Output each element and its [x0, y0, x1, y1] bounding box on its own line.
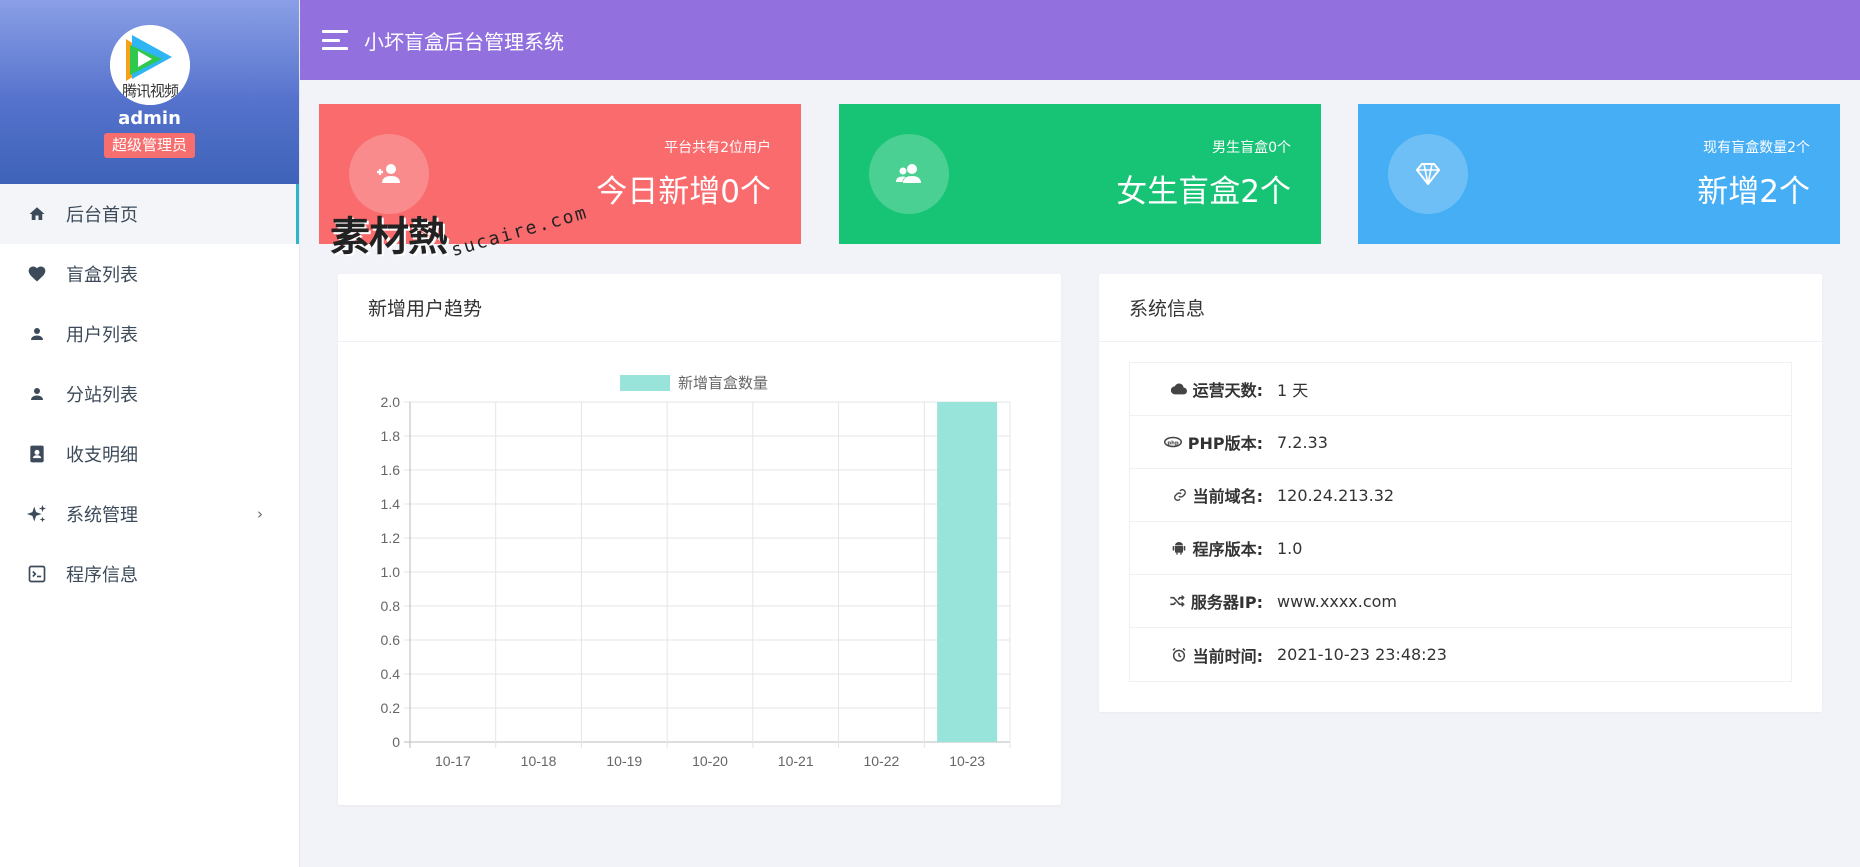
top-bar: 小坏盲盒后台管理系统	[300, 0, 1860, 80]
stat-value: 今日新增0个	[596, 174, 771, 210]
svg-text:php: php	[1167, 440, 1178, 446]
stat-subtitle: 平台共有2位用户	[664, 140, 771, 156]
watermark: 素材熱 sucaire.com	[330, 201, 591, 262]
menu-toggle-icon[interactable]	[322, 30, 348, 50]
sidebar-item-blindbox-list[interactable]: 盲盒列表	[0, 244, 299, 304]
cloud-icon	[1170, 383, 1187, 395]
stat-value: 女生盲盒2个	[1116, 174, 1291, 210]
alarm-icon	[1172, 647, 1186, 662]
x-tick-label: 10-19	[606, 753, 642, 769]
user-add-icon	[349, 134, 429, 214]
username: admin	[118, 108, 181, 129]
panel-title: 新增用户趋势	[338, 274, 1061, 342]
sidebar-item-label: 后台首页	[66, 205, 138, 226]
sidebar-item-label: 分站列表	[66, 385, 138, 406]
php-icon: php	[1163, 436, 1182, 448]
info-value: 2021-10-23 23:48:23	[1277, 645, 1447, 664]
contact-book-icon	[26, 443, 48, 465]
info-key: 程序版本:	[1192, 540, 1263, 559]
info-value: www.xxxx.com	[1277, 591, 1398, 611]
info-key: 当前域名:	[1192, 487, 1263, 506]
system-info-panel: 系统信息 运营天数: 1 天 php PHP版本: 7.2.33 当前域名: 1…	[1099, 274, 1822, 712]
y-tick-label: 0.8	[381, 598, 401, 614]
avatar[interactable]: 腾讯视频	[110, 25, 190, 105]
user-icon	[26, 383, 48, 405]
watermark-url: sucaire.com	[448, 201, 591, 262]
sidebar-item-home[interactable]: 后台首页	[0, 184, 299, 244]
sidebar-item-program-info[interactable]: 程序信息	[0, 544, 299, 604]
y-tick-label: 0	[392, 734, 400, 750]
y-tick-label: 2.0	[381, 394, 401, 410]
y-tick-label: 0.4	[381, 666, 401, 682]
x-tick-label: 10-18	[521, 753, 557, 769]
y-tick-label: 1.8	[381, 428, 401, 444]
role-badge: 超级管理员	[104, 133, 196, 158]
app-title: 小坏盲盒后台管理系统	[364, 29, 564, 54]
avatar-caption: 腾讯视频	[121, 82, 179, 100]
link-icon	[1173, 489, 1186, 501]
info-row-server-ip: 服务器IP: www.xxxx.com	[1130, 575, 1791, 628]
x-tick-label: 10-23	[949, 753, 985, 769]
bar-chart: 0 0.2 0.4 0.6 0.8 1.0 1.2 1.4 1.6 1.8 2.0 10-17 10-1…	[381, 394, 1011, 769]
x-tick-label: 10-22	[864, 753, 900, 769]
stat-subtitle: 现有盲盒数量2个	[1703, 140, 1810, 156]
watermark-logo: 素材熱	[330, 214, 448, 260]
info-key: 服务器IP:	[1190, 593, 1263, 612]
sidebar: 腾讯视频 admin 超级管理员 后台首页 盲盒列表 用户列表 分站列表 收支明…	[0, 0, 300, 867]
info-value: 1.0	[1277, 538, 1303, 558]
system-info-table: 运营天数: 1 天 php PHP版本: 7.2.33 当前域名: 120.24…	[1129, 362, 1792, 682]
x-tick-label: 10-21	[778, 753, 814, 769]
info-key: PHP版本:	[1187, 434, 1263, 453]
sidebar-item-label: 系统管理	[66, 505, 138, 526]
info-row-current-time: 当前时间: 2021-10-23 23:48:23	[1130, 628, 1791, 681]
stat-card-boxes: 现有盲盒数量2个 新增2个	[1358, 104, 1840, 244]
sidebar-item-user-list[interactable]: 用户列表	[0, 304, 299, 364]
android-icon	[1172, 542, 1185, 555]
info-value: 7.2.33	[1277, 432, 1328, 452]
home-icon	[26, 203, 48, 225]
sidebar-item-label: 用户列表	[66, 325, 138, 346]
y-tick-label: 1.2	[381, 530, 401, 546]
info-value: 1 天	[1277, 381, 1309, 400]
user-icon	[26, 323, 48, 345]
sparkle-icon	[26, 503, 48, 525]
info-row-version: 程序版本: 1.0	[1130, 522, 1791, 575]
bar	[937, 402, 998, 742]
info-value: 120.24.213.32	[1277, 485, 1395, 505]
y-tick-label: 1.4	[381, 496, 401, 512]
info-row-uptime: 运营天数: 1 天	[1130, 363, 1791, 416]
sidebar-item-label: 收支明细	[66, 445, 138, 466]
sidebar-item-label: 盲盒列表	[66, 265, 138, 286]
user-trend-panel: 新增用户趋势 新增盲盒数量 0 0.2 0.4 0.6 0.8 1.0 1.2 1.4 1.6 1…	[338, 274, 1061, 805]
x-tick-label: 10-17	[435, 753, 471, 769]
y-tick-label: 1.0	[381, 564, 401, 580]
y-tick-label: 0.6	[381, 632, 401, 648]
info-row-php: php PHP版本: 7.2.33	[1130, 416, 1791, 469]
y-tick-label: 0.2	[381, 700, 401, 716]
y-tick-label: 1.6	[381, 462, 401, 478]
stat-card-gender-boxes: 男生盲盒0个 女生盲盒2个	[839, 104, 1321, 244]
shuffle-icon	[1170, 595, 1185, 607]
sidebar-item-system-management[interactable]: 系统管理 ›	[0, 484, 299, 544]
users-icon	[869, 134, 949, 214]
sidebar-item-label: 程序信息	[66, 565, 138, 586]
sidebar-item-substation-list[interactable]: 分站列表	[0, 364, 299, 424]
info-row-domain: 当前域名: 120.24.213.32	[1130, 469, 1791, 522]
x-tick-label: 10-20	[692, 753, 728, 769]
stat-subtitle: 男生盲盒0个	[1212, 140, 1291, 156]
stat-value: 新增2个	[1697, 174, 1810, 210]
info-key: 运营天数:	[1192, 381, 1263, 400]
sidebar-menu: 后台首页 盲盒列表 用户列表 分站列表 收支明细 系统管理 › 程序信息	[0, 184, 299, 604]
heart-icon	[26, 263, 48, 285]
panel-title: 系统信息	[1099, 274, 1822, 342]
sidebar-item-finance-detail[interactable]: 收支明细	[0, 424, 299, 484]
diamond-icon	[1388, 134, 1468, 214]
profile-header: 腾讯视频 admin 超级管理员	[0, 0, 299, 184]
chevron-right-icon: ›	[257, 505, 263, 523]
info-key: 当前时间:	[1192, 646, 1263, 666]
terminal-icon	[26, 563, 48, 585]
